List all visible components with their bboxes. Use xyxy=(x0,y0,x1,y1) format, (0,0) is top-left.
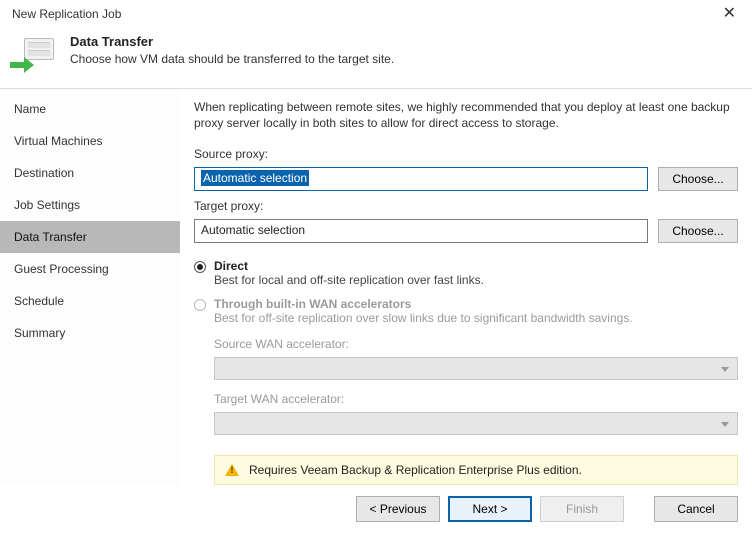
wizard-footer: < Previous Next > Finish Cancel xyxy=(0,485,752,533)
target-wan-select xyxy=(214,412,738,435)
radio-wan-title: Through built-in WAN accelerators xyxy=(214,297,411,311)
source-wan-label: Source WAN accelerator: xyxy=(214,337,738,351)
wizard-header: Data Transfer Choose how VM data should … xyxy=(0,28,752,88)
warning-icon xyxy=(225,464,239,476)
sidebar-item-guest-processing[interactable]: Guest Processing xyxy=(0,253,180,285)
radio-direct-title: Direct xyxy=(214,259,248,273)
intro-text: When replicating between remote sites, w… xyxy=(194,99,738,131)
radio-wan xyxy=(194,299,206,311)
target-proxy-choose-button[interactable]: Choose... xyxy=(658,219,738,243)
edition-notice: Requires Veeam Backup & Replication Ente… xyxy=(214,455,738,485)
window-title: New Replication Job xyxy=(12,7,121,21)
radio-direct-sub: Best for local and off-site replication … xyxy=(214,273,484,287)
target-wan-label: Target WAN accelerator: xyxy=(214,392,738,406)
radio-direct[interactable] xyxy=(194,261,206,273)
sidebar-item-schedule[interactable]: Schedule xyxy=(0,285,180,317)
page-title: Data Transfer xyxy=(70,34,394,49)
cancel-button[interactable]: Cancel xyxy=(654,496,738,522)
close-icon[interactable]: ✕ xyxy=(717,6,742,22)
finish-button: Finish xyxy=(540,496,624,522)
sidebar-item-name[interactable]: Name xyxy=(0,93,180,125)
sidebar-item-job-settings[interactable]: Job Settings xyxy=(0,189,180,221)
next-button[interactable]: Next > xyxy=(448,496,532,522)
previous-button[interactable]: < Previous xyxy=(356,496,440,522)
radio-wan-sub: Best for off-site replication over slow … xyxy=(214,311,633,325)
source-proxy-label: Source proxy: xyxy=(194,147,738,161)
title-bar: New Replication Job ✕ xyxy=(0,0,752,28)
data-transfer-icon xyxy=(14,34,56,76)
sidebar-item-data-transfer[interactable]: Data Transfer xyxy=(0,221,180,253)
target-proxy-label: Target proxy: xyxy=(194,199,738,213)
edition-notice-text: Requires Veeam Backup & Replication Ente… xyxy=(249,463,582,477)
target-proxy-input[interactable]: Automatic selection xyxy=(194,219,648,243)
wizard-steps: Name Virtual Machines Destination Job Se… xyxy=(0,89,180,485)
sidebar-item-summary[interactable]: Summary xyxy=(0,317,180,349)
page-subtitle: Choose how VM data should be transferred… xyxy=(70,52,394,66)
wizard-content: When replicating between remote sites, w… xyxy=(180,89,752,485)
source-wan-select xyxy=(214,357,738,380)
sidebar-item-destination[interactable]: Destination xyxy=(0,157,180,189)
source-proxy-choose-button[interactable]: Choose... xyxy=(658,167,738,191)
sidebar-item-virtual-machines[interactable]: Virtual Machines xyxy=(0,125,180,157)
source-proxy-input[interactable]: Automatic selection xyxy=(194,167,648,191)
